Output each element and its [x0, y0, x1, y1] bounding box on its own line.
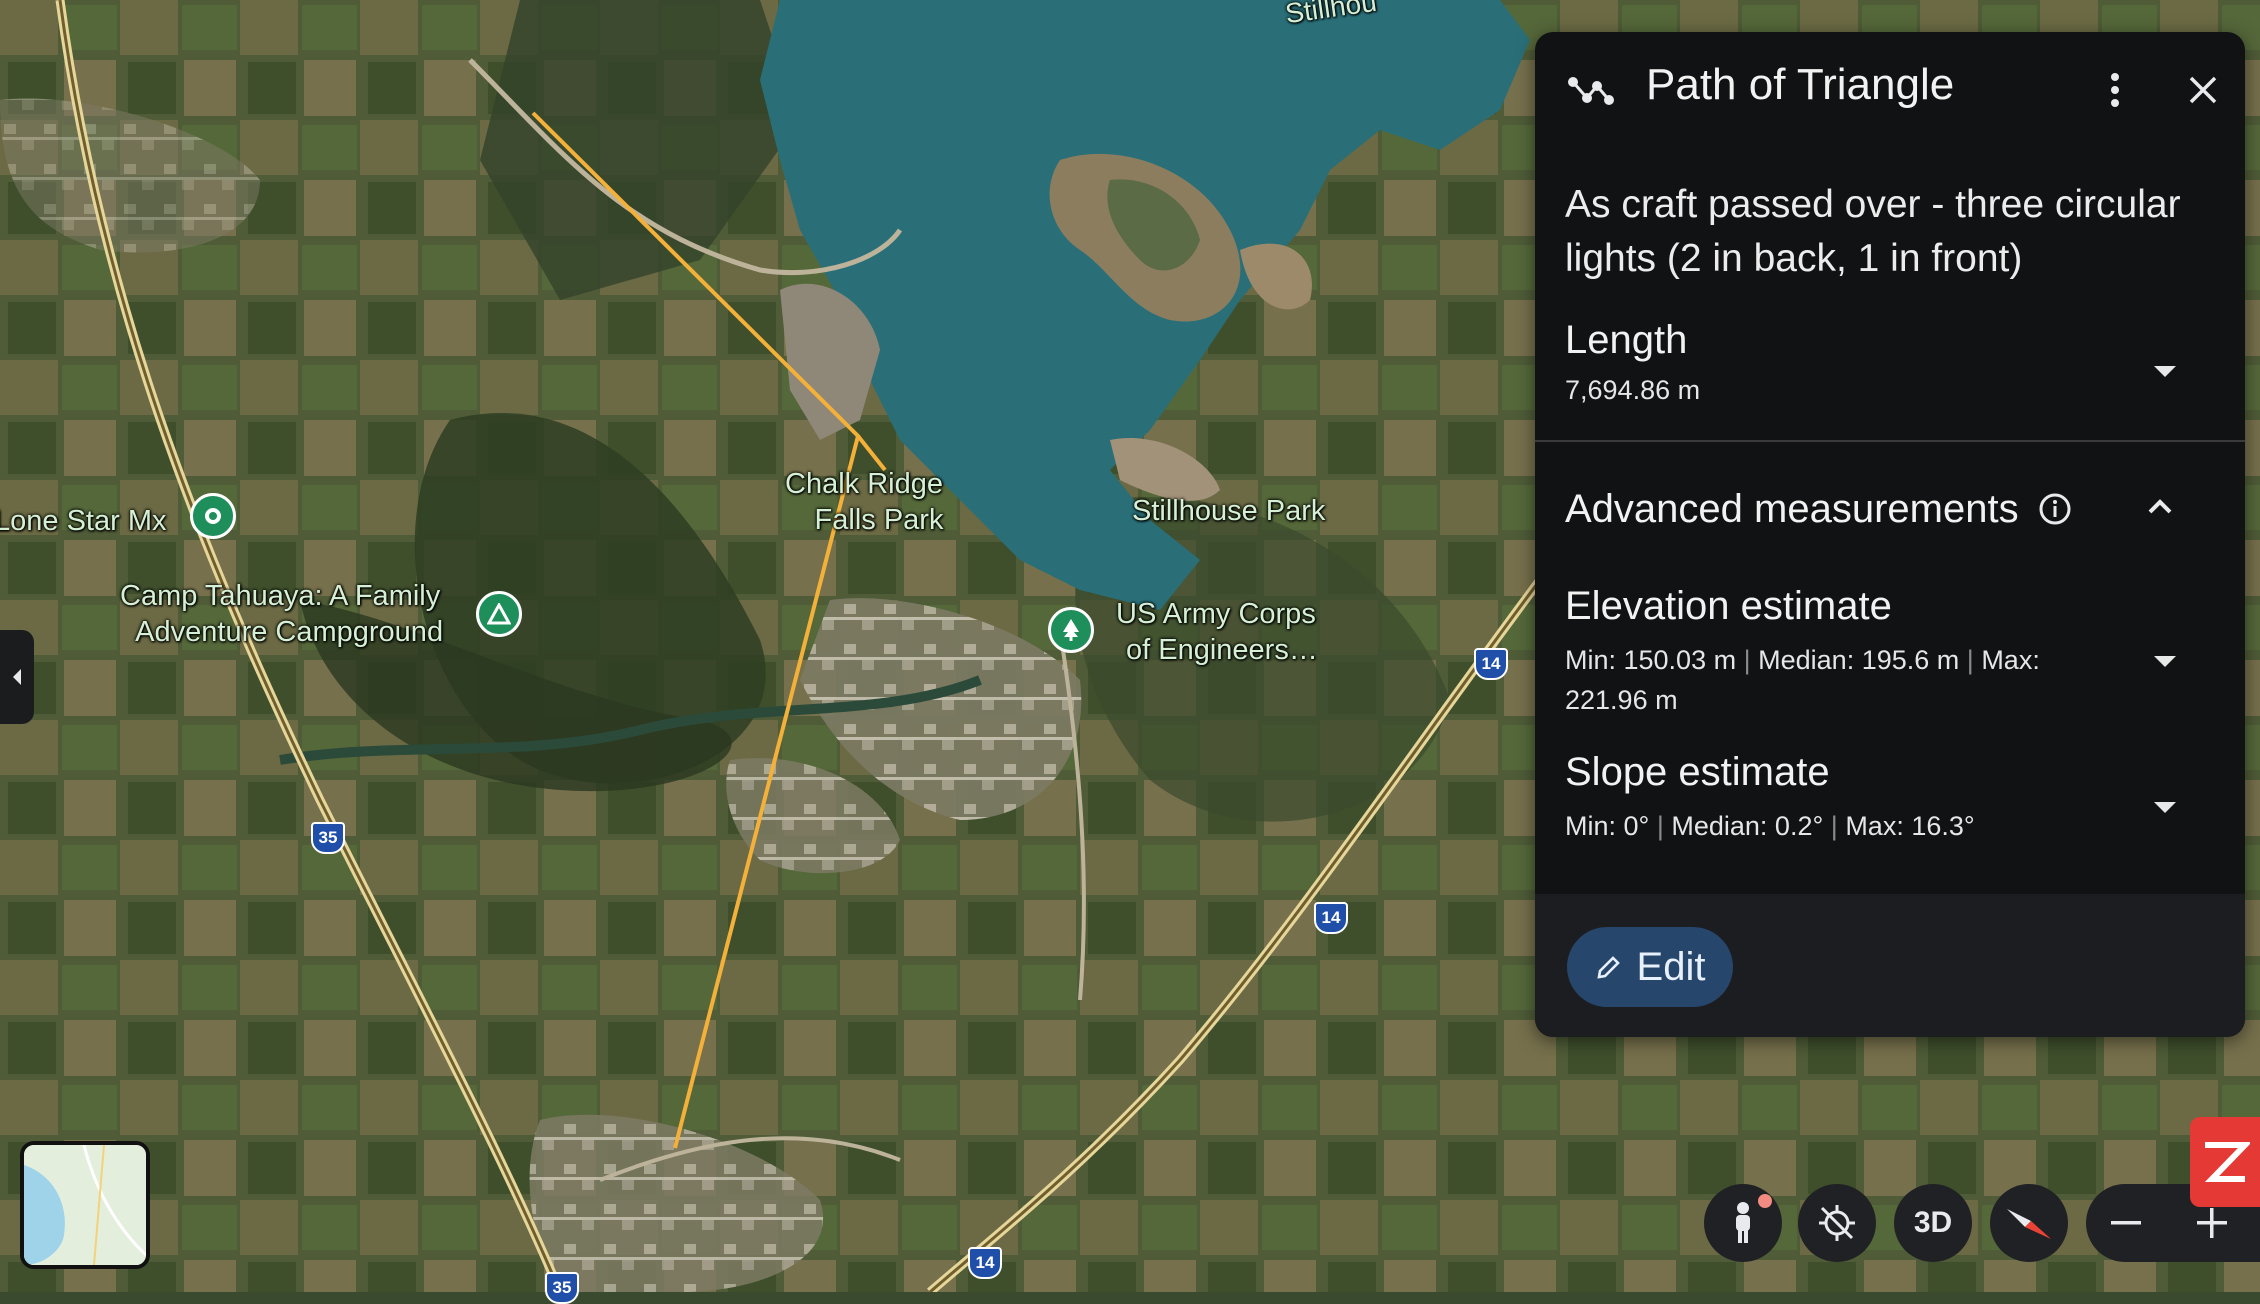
- slope-min: Min: 0°: [1565, 811, 1650, 841]
- poi-label-army-corps[interactable]: US Army Corps of Engineers…: [1116, 596, 1318, 668]
- separator: |: [1743, 645, 1751, 675]
- poi-label-lone-star[interactable]: Lone Star Mx: [0, 503, 166, 539]
- advanced-measurements-title: Advanced measurements: [1565, 487, 2019, 531]
- poi-label-camp-line2: Adventure Campground: [135, 616, 444, 648]
- elevation-max-label: Max:: [1981, 645, 2040, 675]
- chevron-up-icon: [2148, 499, 2172, 514]
- elevation-max-value: 221.96 m: [1565, 685, 1678, 715]
- poi-label-camp-tahuaya[interactable]: Camp Tahuaya: A Family Adventure Campgro…: [120, 578, 443, 650]
- location-disabled-icon: [1819, 1205, 1855, 1241]
- pegman-icon: [1736, 1202, 1750, 1243]
- separator: |: [1830, 811, 1838, 841]
- location-off-button[interactable]: [1798, 1184, 1876, 1262]
- poi-label-camp-line1: Camp Tahuaya: A Family: [120, 580, 441, 612]
- measurement-panel: Path of Triangle As craft passed over - …: [1535, 32, 2245, 1037]
- notification-dot: [1758, 1194, 1772, 1208]
- separator: |: [1966, 645, 1974, 675]
- length-expand-button[interactable]: [2135, 350, 2195, 394]
- highway-shield-14-bottom: 14: [968, 1247, 1002, 1279]
- panel-title: Path of Triangle: [1646, 60, 1955, 109]
- zoom-out-button[interactable]: [2086, 1184, 2166, 1262]
- compass-button[interactable]: [1990, 1184, 2068, 1262]
- highway-shield-i35: 35: [311, 822, 345, 854]
- poi-label-army-line1: US Army Corps: [1116, 598, 1316, 630]
- poi-label-army-line2: of Engineers…: [1126, 634, 1318, 666]
- poi-marker-army-corps[interactable]: [1048, 607, 1094, 653]
- advanced-measurements-header[interactable]: Advanced measurements: [1535, 487, 2245, 577]
- elevation-min: Min: 150.03 m: [1565, 645, 1737, 675]
- compass-icon: [2007, 1209, 2051, 1239]
- slope-expand-button[interactable]: [2135, 786, 2195, 830]
- highway-shield-14: 14: [1474, 648, 1508, 680]
- chevron-left-icon: [13, 669, 21, 685]
- elevation-values: Min: 150.03 m | Median: 195.6 m | Max: 2…: [1565, 640, 2105, 720]
- slope-title: Slope estimate: [1565, 750, 1830, 794]
- elevation-median: Median: 195.6 m: [1758, 645, 1960, 675]
- poi-label-chalk-line1: Chalk Ridge: [785, 468, 943, 500]
- map-type-thumbnail[interactable]: [20, 1141, 150, 1269]
- length-value: 7,694.86 m: [1565, 375, 1701, 405]
- poi-label-chalk-ridge[interactable]: Chalk Ridge Falls Park: [785, 466, 943, 538]
- edit-button[interactable]: Edit: [1567, 927, 1733, 1007]
- location-dot-icon: [205, 508, 221, 524]
- plus-icon: [2197, 1208, 2227, 1238]
- more-options-button[interactable]: [2087, 62, 2143, 118]
- caret-down-icon: [2154, 656, 2176, 667]
- highway-shield-i35-bottom: 35: [545, 1272, 579, 1304]
- tree-icon: [1063, 619, 1079, 641]
- mini-map-image: [24, 1145, 146, 1265]
- poi-label-chalk-line2: Falls Park: [814, 504, 944, 536]
- more-vert-icon: [2111, 73, 2119, 107]
- path-description: As craft passed over - three circular li…: [1565, 183, 2181, 280]
- poi-marker-camp[interactable]: [476, 591, 522, 637]
- caret-down-icon: [2154, 802, 2176, 813]
- poi-label-stillhouse-park[interactable]: Stillhouse Park: [1132, 493, 1325, 529]
- expand-sidebar-button[interactable]: [0, 630, 34, 724]
- slope-values: Min: 0° | Median: 0.2° | Max: 16.3°: [1565, 806, 1975, 846]
- slope-max: Max: 16.3°: [1845, 811, 1975, 841]
- divider: [1535, 440, 2245, 442]
- separator: |: [1656, 811, 1664, 841]
- elevation-expand-button[interactable]: [2135, 640, 2195, 684]
- poi-marker-lone-star[interactable]: [190, 493, 236, 539]
- zotero-like-icon: [2204, 1142, 2250, 1182]
- slope-median: Median: 0.2°: [1671, 811, 1824, 841]
- extension-badge[interactable]: [2190, 1117, 2260, 1207]
- info-icon[interactable]: [2038, 492, 2072, 526]
- close-button[interactable]: [2175, 62, 2231, 118]
- path-icon: [1568, 77, 1614, 105]
- caret-down-icon: [2154, 366, 2176, 377]
- minus-icon: [2111, 1221, 2141, 1225]
- pencil-icon: [1596, 956, 1620, 979]
- toggle-3d-button[interactable]: 3D: [1894, 1184, 1972, 1262]
- highway-shield-14-mid: 14: [1314, 902, 1348, 934]
- edit-label: Edit: [1636, 944, 1706, 989]
- elevation-title: Elevation estimate: [1565, 584, 1892, 628]
- pegman-button[interactable]: [1704, 1184, 1782, 1262]
- length-title: Length: [1565, 318, 1688, 362]
- close-icon: [2189, 76, 2217, 104]
- campground-icon: [487, 603, 511, 625]
